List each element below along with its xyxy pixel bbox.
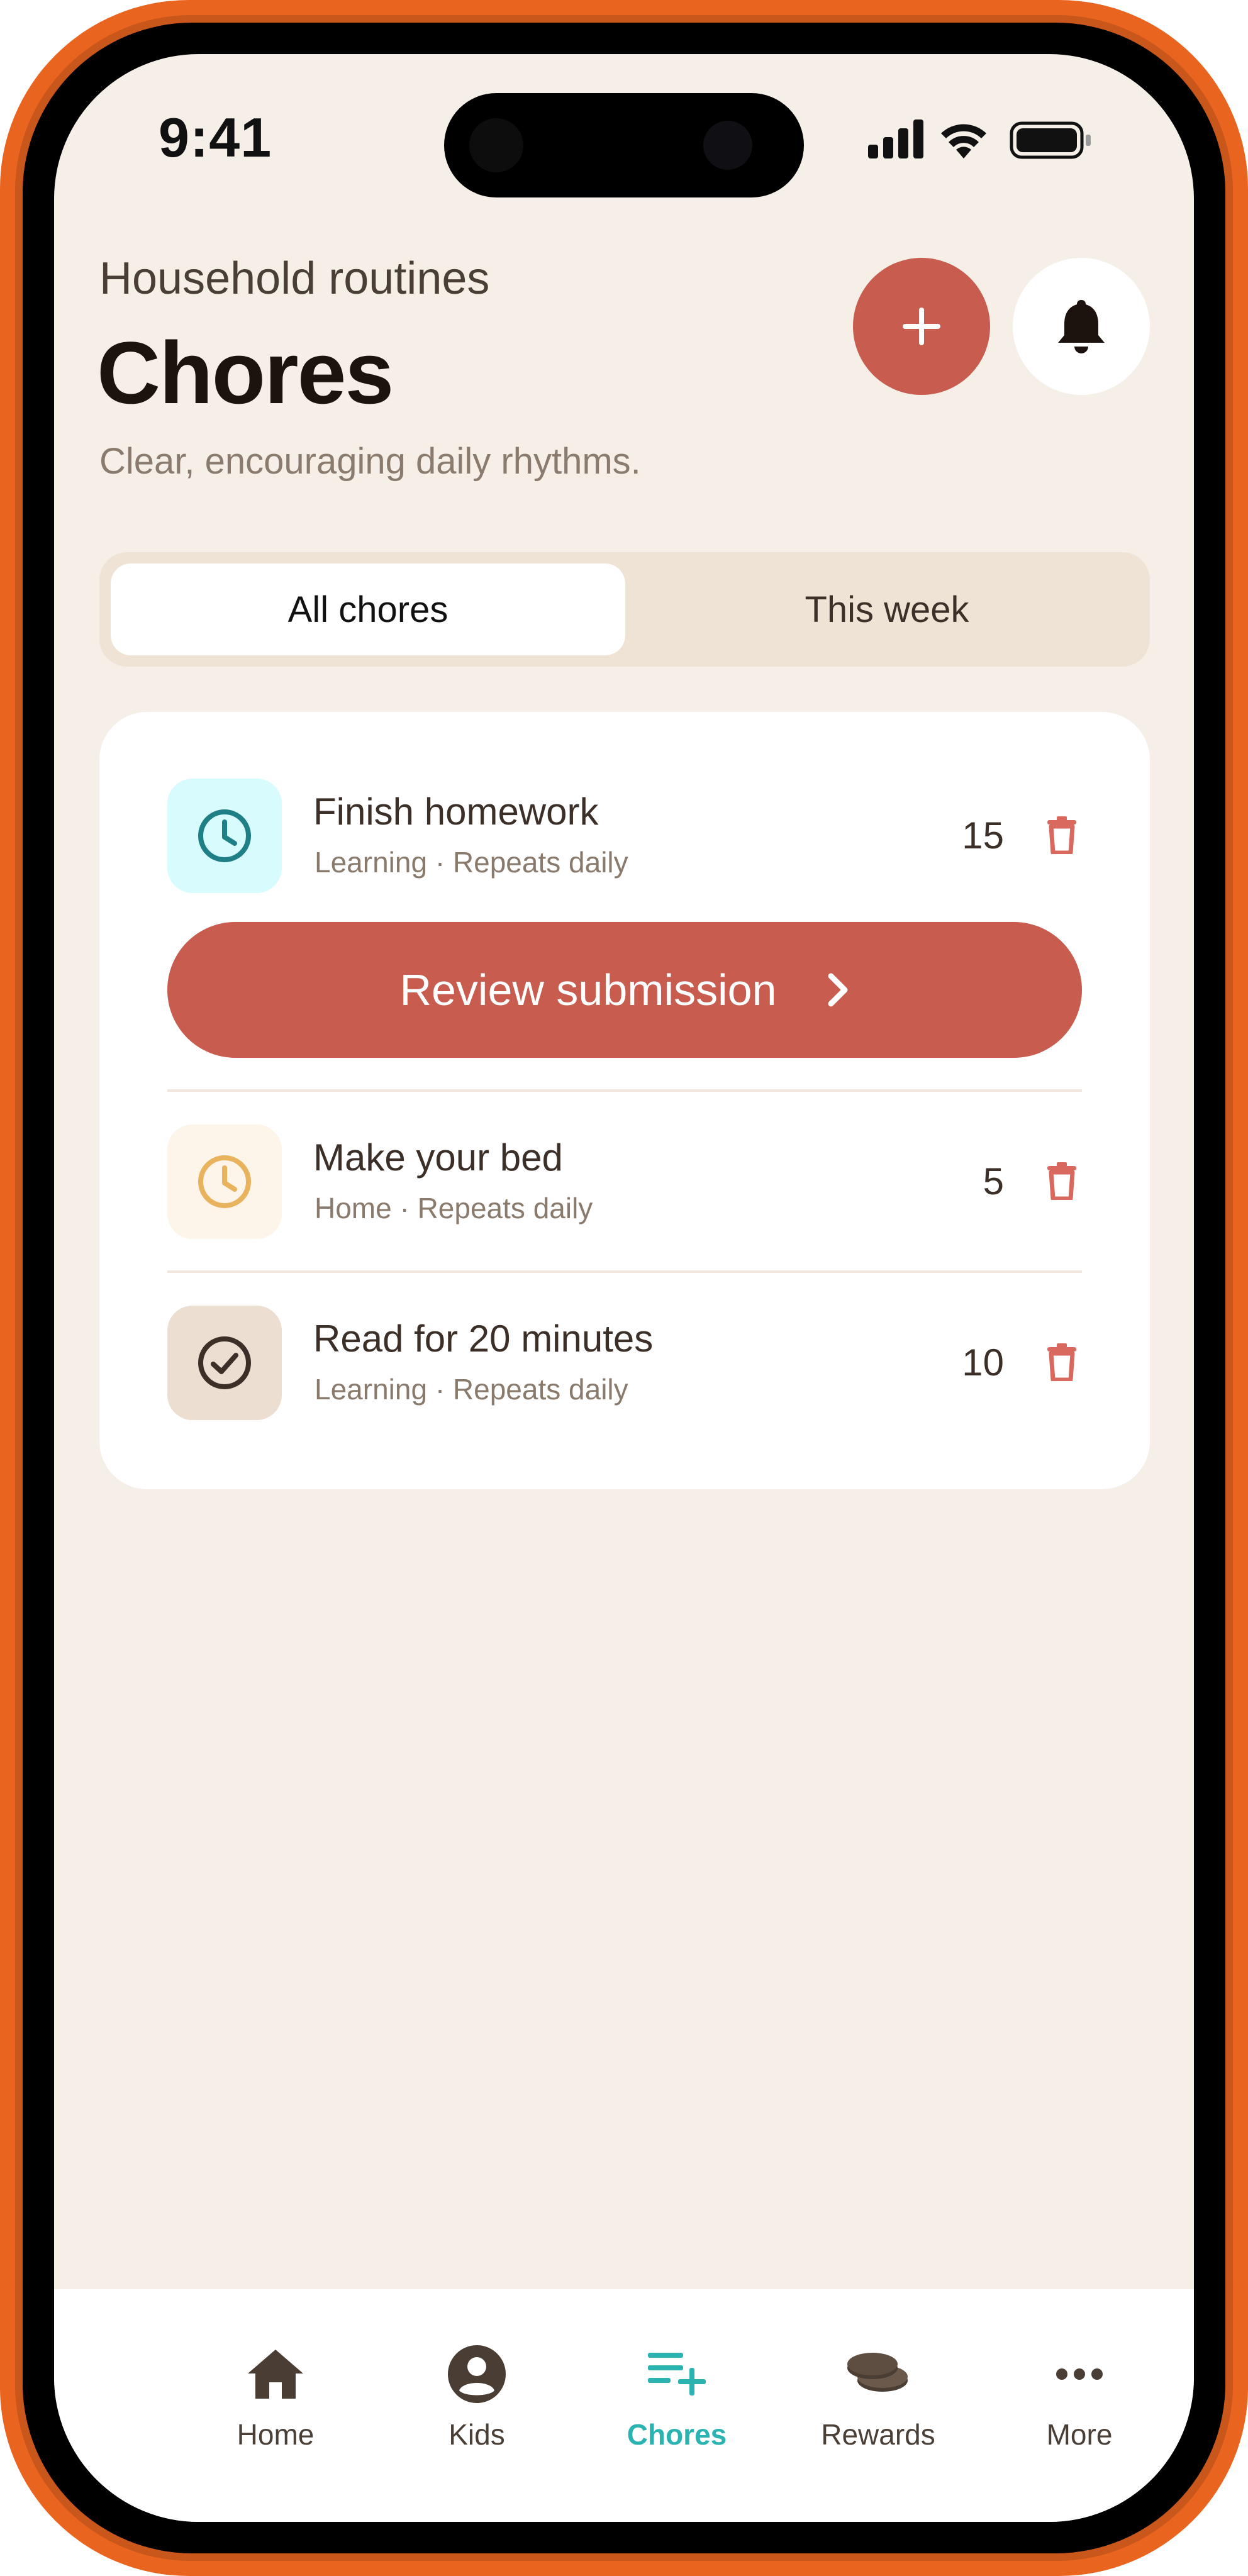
more-icon [1042, 2340, 1117, 2409]
chore-meta: Home · Repeats daily [315, 1192, 593, 1224]
notifications-button[interactable] [1013, 258, 1150, 395]
chore-title: Finish homework [313, 791, 599, 833]
check-circle-icon [198, 1336, 251, 1389]
tab-this-week[interactable]: This week [635, 564, 1139, 655]
person-icon [439, 2340, 515, 2409]
delete-chore-button[interactable] [1042, 1342, 1082, 1382]
review-submission-button[interactable]: Review submission [167, 922, 1082, 1058]
page-title: Chores [97, 323, 394, 422]
chore-status-tile [167, 1124, 282, 1239]
trash-icon [1047, 1343, 1076, 1381]
clock-icon [198, 1155, 251, 1208]
nav-label: Rewards [821, 2418, 935, 2451]
nav-label: Kids [448, 2418, 505, 2451]
row-divider [167, 1270, 1082, 1273]
nav-item-more[interactable]: More [998, 2340, 1161, 2478]
dynamic-island [444, 93, 804, 197]
home-icon [238, 2340, 313, 2409]
bell-icon [1058, 300, 1105, 353]
chore-filter-segmented-control: All chores This week [99, 552, 1150, 667]
clock-icon [198, 809, 251, 862]
nav-item-home[interactable]: Home [194, 2340, 357, 2478]
nav-label: More [1046, 2418, 1113, 2451]
sensor-dot [703, 121, 752, 170]
nav-item-rewards[interactable]: Rewards [796, 2340, 960, 2478]
row-divider [167, 1089, 1082, 1092]
app-screen: 9:41 Household routines Chores Clear, en… [54, 54, 1194, 2522]
chore-title: Read for 20 minutes [313, 1318, 654, 1360]
chevron-right-icon [825, 971, 850, 1009]
coins-icon [840, 2340, 916, 2409]
page-eyebrow: Household routines [99, 253, 490, 304]
tab-all-chores[interactable]: All chores [111, 564, 625, 655]
page-subtitle: Clear, encouraging daily rhythms. [99, 441, 641, 482]
delete-chore-button[interactable] [1042, 815, 1082, 855]
trash-icon [1047, 1162, 1076, 1200]
trash-icon [1047, 816, 1076, 854]
bottom-navigation: Home Kids Chores Rewards More [54, 2289, 1194, 2522]
review-submission-label: Review submission [399, 965, 777, 1014]
chores-list-card: Finish homework Learning · Repeats daily… [99, 712, 1150, 1489]
delete-chore-button[interactable] [1042, 1161, 1082, 1201]
nav-item-chores[interactable]: Chores [595, 2340, 759, 2478]
status-time: 9:41 [159, 106, 272, 169]
chore-points: 15 [962, 814, 1004, 857]
nav-label: Home [237, 2418, 315, 2451]
chore-status-tile [167, 1306, 282, 1420]
chore-points: 5 [983, 1160, 1004, 1202]
status-icons [868, 117, 1095, 161]
chore-meta: Learning · Repeats daily [315, 1373, 628, 1406]
chore-points: 10 [962, 1341, 1004, 1384]
camera-dot [469, 118, 523, 172]
chore-meta: Learning · Repeats daily [315, 846, 628, 879]
list-add-icon [639, 2340, 715, 2409]
add-chore-button[interactable] [853, 258, 990, 395]
chore-title: Make your bed [313, 1136, 563, 1179]
chore-status-tile [167, 779, 282, 893]
nav-label: Chores [627, 2418, 727, 2451]
nav-item-kids[interactable]: Kids [395, 2340, 559, 2478]
battery-icon [1010, 121, 1091, 159]
plus-icon [903, 308, 940, 345]
cellular-signal-icon [868, 119, 923, 158]
wifi-icon [941, 124, 986, 158]
